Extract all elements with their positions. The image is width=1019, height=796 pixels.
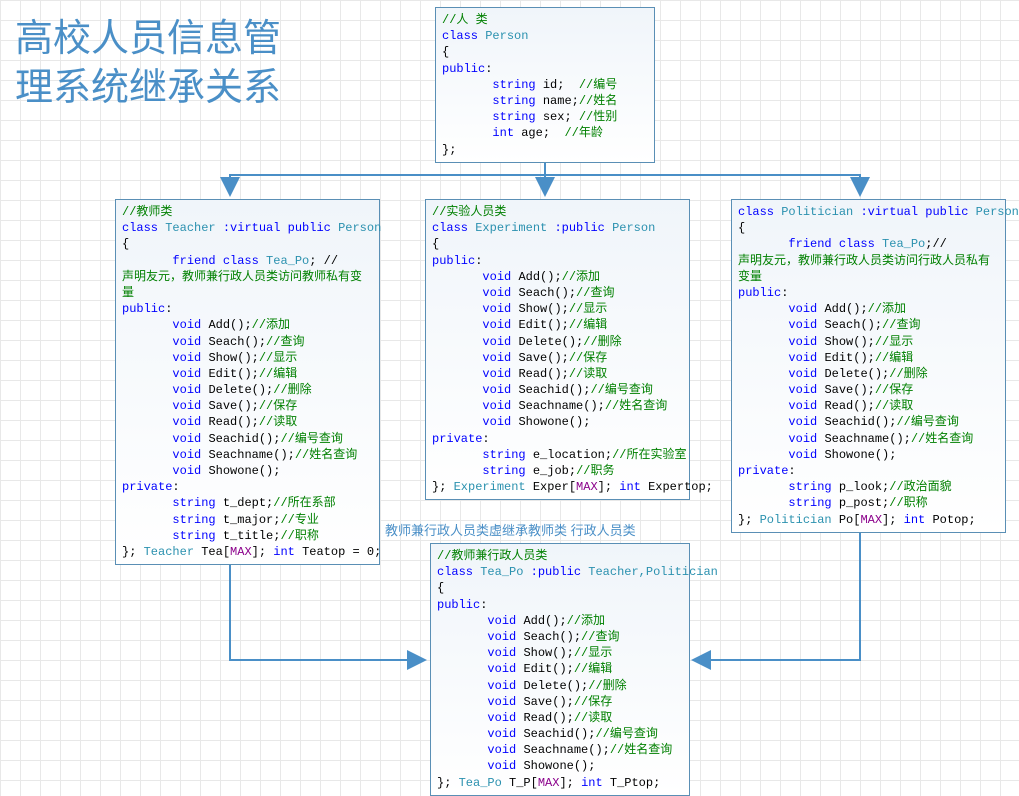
class-teacher: //教师类 class Teacher :virtual public Pers…: [115, 199, 380, 565]
diagram-title: 高校人员信息管 理系统继承关系: [15, 15, 281, 114]
class-experiment: //实验人员类 class Experiment :public Person …: [425, 199, 690, 500]
title-line-1: 高校人员信息管: [15, 18, 281, 60]
class-politician: class Politician :virtual public Person …: [731, 199, 1006, 533]
class-person: //人 类 class Person { public: string id; …: [435, 7, 655, 163]
title-line-2: 理系统继承关系: [15, 67, 281, 109]
class-teapo: //教师兼行政人员类 class Tea_Po :public Teacher,…: [430, 543, 690, 796]
inheritance-note: 教师兼行政人员类虚继承教师类 行政人员类: [385, 520, 636, 539]
